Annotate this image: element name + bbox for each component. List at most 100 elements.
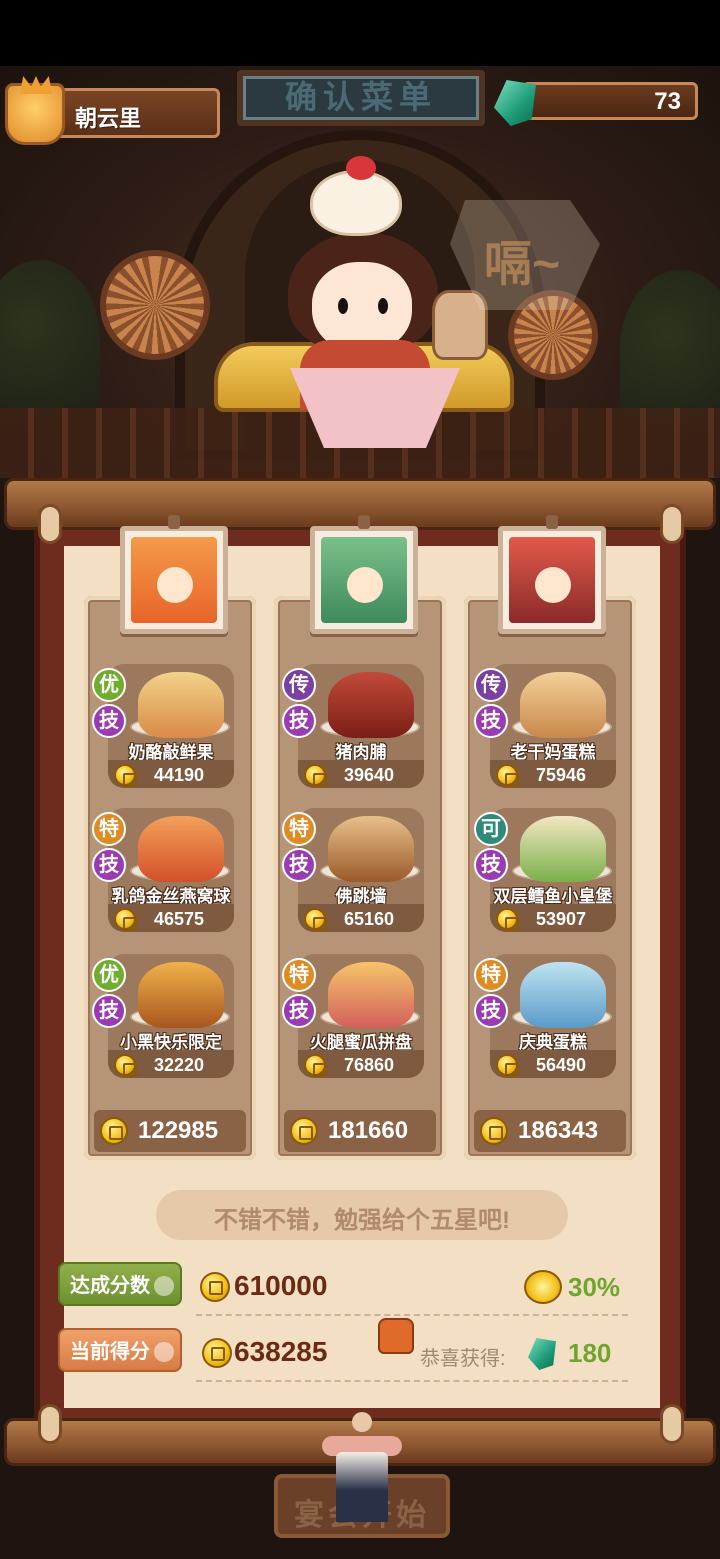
column-total: 181660: [284, 1110, 436, 1152]
coin-icon: [202, 1338, 232, 1368]
dish-price: 53907: [536, 909, 587, 929]
target-score-label: 达成分数: [70, 1275, 150, 1297]
rank-badge: 传: [474, 668, 508, 702]
scroll-knob: [38, 1404, 62, 1444]
dish-image: [138, 816, 224, 882]
skill-badge: 技: [92, 848, 126, 882]
dish-image: [520, 962, 606, 1028]
current-score-tag: 当前得分: [58, 1328, 182, 1372]
chef-avatar: [509, 537, 595, 623]
title-plaque: 确认菜单: [237, 70, 485, 126]
comment-text: 不错不错，勉强给个五星吧!: [214, 1207, 510, 1234]
dish-card[interactable]: 特 技 庆典蛋糕 56490: [474, 954, 616, 1078]
rank-badge: 优: [92, 668, 126, 702]
reward-label: 恭喜获得:: [420, 1348, 506, 1370]
chef-portrait-1[interactable]: [120, 515, 228, 634]
chef-avatar: [131, 537, 217, 623]
coin-icon: [496, 764, 519, 787]
dish-card[interactable]: 优 技 奶酪敲鲜果 44190: [92, 664, 234, 788]
column-total: 186343: [474, 1110, 626, 1152]
coin-icon: [480, 1117, 508, 1145]
dish-card[interactable]: 优 技 小黑快乐限定 32220: [92, 954, 234, 1078]
column-total-value: 122985: [138, 1117, 219, 1144]
dish-image: [520, 816, 606, 882]
character-eye: [338, 298, 348, 314]
character-face: [312, 262, 412, 352]
status-bar-area: [0, 0, 720, 66]
chef-face: [347, 567, 383, 603]
target-score-tag: 达成分数: [58, 1262, 182, 1306]
dish-card[interactable]: 特 技 火腿蜜瓜拼盘 76860: [282, 954, 424, 1078]
skill-badge: 技: [282, 848, 316, 882]
dish-price: 56490: [536, 1055, 587, 1075]
dish-image: [328, 816, 414, 882]
chef-portrait-2[interactable]: [310, 515, 418, 634]
gem-count: 73: [654, 88, 681, 115]
dish-price: 44190: [154, 765, 205, 785]
crown-icon: [20, 76, 52, 94]
scroll-knob: [660, 504, 684, 544]
speech-text: 嗝~: [484, 238, 561, 291]
coin-icon: [496, 908, 519, 931]
player-avatar[interactable]: [5, 76, 65, 145]
rank-badge: 特: [474, 958, 508, 992]
chef-face: [157, 567, 193, 603]
current-score-label: 当前得分: [70, 1341, 150, 1363]
user-name: 朝云里: [75, 106, 142, 131]
target-score-value: 610000: [234, 1270, 328, 1301]
dish-price: 32220: [154, 1055, 205, 1075]
pin-icon: [358, 515, 370, 529]
coin-icon: [304, 1054, 327, 1077]
dish-image: [138, 672, 224, 738]
chef-avatar: [321, 537, 407, 623]
coin-icon: [114, 1054, 137, 1077]
coin-icon: [304, 908, 327, 931]
dish-image: [520, 672, 606, 738]
chef-portrait-3[interactable]: [498, 515, 606, 634]
skill-badge: 技: [92, 704, 126, 738]
rank-badge: 特: [282, 958, 316, 992]
dish-card[interactable]: 特 技 佛跳墙 65160: [282, 808, 424, 932]
coin-icon: [304, 764, 327, 787]
tassel-knot: [352, 1412, 372, 1432]
arrow-right-icon: [154, 1342, 174, 1362]
rank-badge: 优: [92, 958, 126, 992]
column-total-value: 186343: [518, 1117, 599, 1144]
chef-face: [535, 567, 571, 603]
dish-image: [328, 672, 414, 738]
current-score-value: 638285: [234, 1336, 328, 1367]
dish-price: 75946: [536, 765, 587, 785]
dish-card[interactable]: 特 技 乳鸽金丝燕窝球 46575: [92, 808, 234, 932]
scroll-knob: [660, 1404, 684, 1444]
rank-badge: 特: [282, 812, 316, 846]
skill-badge: 技: [92, 994, 126, 1028]
fan-decoration: [100, 250, 210, 360]
character-eye: [378, 298, 388, 314]
skill-badge: 技: [282, 994, 316, 1028]
dish-card[interactable]: 传 技 老干妈蛋糕 75946: [474, 664, 616, 788]
scroll-knob: [38, 504, 62, 544]
speech-bubble: 嗝~: [450, 200, 600, 310]
dish-image: [138, 962, 224, 1028]
skill-badge: 技: [282, 704, 316, 738]
divider: [196, 1380, 628, 1382]
gem-counter[interactable]: 73: [522, 82, 698, 120]
dish-card[interactable]: 传 技 猪肉脯 39640: [282, 664, 424, 788]
column-total: 122985: [94, 1110, 246, 1152]
thumbs-up-icon: [378, 1318, 414, 1354]
divider: [196, 1314, 628, 1316]
dish-price: 46575: [154, 909, 205, 929]
dish-image: [328, 962, 414, 1028]
hen-comb: [346, 156, 376, 180]
coin-icon: [496, 1054, 519, 1077]
tassel-body: [336, 1452, 388, 1522]
coin-icon: [100, 1117, 128, 1145]
user-name-plate[interactable]: 朝云里: [5, 76, 220, 145]
skill-badge: 技: [474, 994, 508, 1028]
dish-card[interactable]: 可 技 双层鳕鱼小皇堡 53907: [474, 808, 616, 932]
coin-icon: [290, 1117, 318, 1145]
coin-icon: [114, 764, 137, 787]
bonus-percent: 30%: [568, 1272, 621, 1302]
hen-hat: [310, 170, 402, 236]
tassel-ornament: [322, 1412, 402, 1522]
